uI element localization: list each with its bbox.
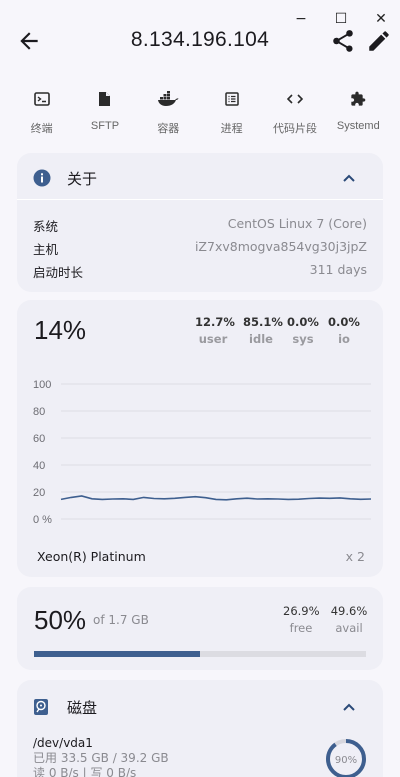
tool-sftp[interactable]: SFTP (73, 88, 136, 136)
app-bar: 8.134.196.104 (0, 26, 400, 58)
about-header[interactable]: 关于 (33, 165, 367, 191)
memory-progress-fill (34, 651, 200, 657)
chevron-up-icon[interactable] (341, 171, 357, 185)
stat-value: 49.6% (330, 604, 368, 618)
about-row-os: 系统 CentOS Linux 7 (Core) (33, 216, 367, 235)
tool-label: SFTP (90, 120, 120, 132)
stat-label: sys (292, 332, 314, 346)
tool-containers[interactable]: 容器 (137, 88, 200, 136)
about-row-host: 主机 iZ7xv8mogva854vg30j3jpZ (33, 239, 367, 258)
memory-total: of 1.7 GB (93, 613, 149, 627)
tool-label: Systemd (336, 120, 380, 132)
disk-icon (34, 699, 48, 715)
disk-usage-ring: 90% (326, 739, 366, 777)
cpu-usage: 14% (34, 315, 87, 345)
disk-usage-text: 已用 33.5 GB / 39.2 GB (33, 751, 169, 765)
memory-progress-bar (34, 651, 366, 657)
tool-label: 容器 (157, 123, 180, 135)
server-toolbar: 终端 SFTP 容器 进程 代码片段 Systemd (10, 88, 390, 136)
cpu-cores: x 2 (345, 549, 365, 564)
tool-label: 进程 (220, 123, 243, 135)
puzzle-icon (351, 91, 366, 106)
y-tick-label: 60 (33, 433, 45, 445)
y-tick-label: 80 (33, 406, 45, 418)
tool-terminal[interactable]: 终端 (10, 88, 73, 136)
tool-label: 终端 (30, 123, 53, 135)
row-key: 启动时长 (33, 265, 84, 280)
about-row-uptime: 启动时长 311 days (33, 262, 367, 281)
disk-info: /dev/vda1 已用 33.5 GB / 39.2 GB 读 0 B/s |… (33, 736, 169, 777)
cpu-card: 14% 12.7% user 85.1% idle 0.0% sys 0.0% … (17, 300, 383, 577)
disk-card: 磁盘 /dev/vda1 已用 33.5 GB / 39.2 GB 读 0 B/… (17, 680, 383, 777)
cpu-chart: 100 80 60 40 20 0 % (33, 379, 372, 526)
y-tick-label: 20 (33, 487, 45, 499)
stat-label: free (289, 621, 313, 635)
stat-label: io (338, 332, 350, 346)
about-title: 关于 (67, 169, 98, 188)
stat-value: 0.0% (287, 315, 319, 329)
y-tick-label: 100 (33, 379, 51, 391)
cpu-stat-idle: 85.1% idle (243, 315, 283, 346)
stat-label: user (198, 332, 228, 346)
memory-stat-avail: 49.6% avail (329, 604, 369, 635)
file-icon (99, 92, 111, 106)
memory-usage: 50% (34, 605, 87, 635)
stat-value: 0.0% (328, 315, 360, 329)
disk-io-text: 读 0 B/s | 写 0 B/s (33, 766, 137, 777)
memory-stat-free: 26.9% free (283, 604, 320, 635)
cpu-stat-sys: 0.0% sys (287, 315, 319, 346)
chevron-up-icon[interactable] (341, 700, 357, 714)
list-icon (224, 92, 239, 106)
cpu-stat-io: 0.0% io (328, 315, 360, 346)
code-icon (286, 94, 303, 104)
stat-value: 12.7% (195, 315, 235, 329)
disk-device: /dev/vda1 (33, 736, 93, 750)
terminal-icon (33, 92, 50, 106)
row-value: 311 days (309, 262, 367, 277)
stat-label: idle (249, 332, 273, 346)
cpu-series-line (60, 495, 372, 501)
memory-card: 50% of 1.7 GB 26.9% free 49.6% avail (17, 587, 383, 670)
stat-label: avail (335, 621, 363, 635)
tool-label: 代码片段 (272, 123, 317, 135)
tool-processes[interactable]: 进程 (200, 88, 263, 136)
docker-icon (158, 91, 179, 106)
divider (17, 199, 383, 200)
row-value: CentOS Linux 7 (Core) (227, 216, 367, 231)
disk-title: 磁盘 (67, 698, 98, 717)
tool-systemd[interactable]: Systemd (327, 88, 390, 136)
stat-value: 26.9% (283, 604, 320, 618)
about-card: 关于 系统 CentOS Linux 7 (Core) 主机 iZ7xv8mog… (17, 153, 383, 292)
cpu-stat-user: 12.7% user (195, 315, 235, 346)
share-icon[interactable] (330, 28, 356, 54)
cpu-model: Xeon(R) Platinum (37, 549, 146, 564)
row-key: 系统 (33, 219, 59, 234)
disk-percent: 90% (335, 755, 357, 766)
tool-snippets[interactable]: 代码片段 (263, 88, 326, 136)
cpu-model-row: Xeon(R) Platinum x 2 (37, 549, 365, 564)
row-key: 主机 (33, 242, 59, 257)
disk-header[interactable]: 磁盘 (33, 694, 367, 720)
y-tick-label: 40 (33, 460, 45, 472)
y-tick-label: 0 % (33, 514, 52, 526)
row-value: iZ7xv8mogva854vg30j3jpZ (194, 239, 367, 254)
stat-value: 85.1% (243, 315, 283, 329)
info-icon (33, 169, 51, 187)
edit-icon[interactable] (366, 28, 392, 54)
